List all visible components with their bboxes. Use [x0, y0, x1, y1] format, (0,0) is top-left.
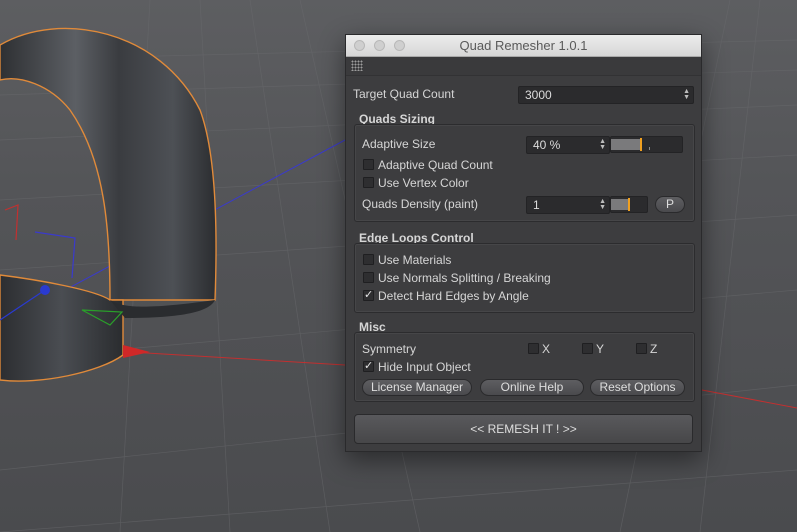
quads-density-slider[interactable] — [610, 196, 648, 213]
slider-tick — [649, 147, 650, 150]
minimize-window-button[interactable] — [374, 40, 385, 51]
target-quad-count-value: 3000 — [525, 88, 552, 102]
symmetry-x-checkbox[interactable] — [528, 343, 539, 354]
window-title: Quad Remesher 1.0.1 — [459, 38, 588, 53]
x-axis-line-right — [701, 389, 797, 409]
remesh-button[interactable]: << REMESH IT ! >> — [354, 414, 693, 444]
use-vertex-color-checkbox[interactable] — [363, 177, 374, 188]
adaptive-size-input[interactable]: 40 % ▲ ▼ — [526, 136, 610, 154]
zoom-window-button[interactable] — [394, 40, 405, 51]
quads-density-input[interactable]: 1 ▲ ▼ — [526, 196, 610, 214]
use-normals-splitting-label: Use Normals Splitting / Breaking — [378, 271, 551, 285]
use-materials-label: Use Materials — [378, 253, 452, 267]
symmetry-x-label: X — [542, 342, 551, 356]
quads-density-value: 1 — [533, 198, 540, 212]
slider-handle[interactable] — [640, 138, 642, 151]
adaptive-quad-count-label: Adaptive Quad Count — [378, 158, 493, 172]
target-quad-count-input[interactable]: 3000 ▲ ▼ — [518, 86, 694, 104]
hide-input-object-label: Hide Input Object — [378, 360, 471, 374]
panel-grip-bar[interactable] — [346, 57, 701, 76]
spinner-arrows-icon[interactable]: ▲ ▼ — [599, 198, 606, 211]
adaptive-size-value: 40 % — [533, 138, 561, 152]
hide-input-object-checkbox[interactable]: ✓ — [363, 361, 374, 372]
symmetry-z-checkbox[interactable] — [636, 343, 647, 354]
use-normals-splitting-checkbox[interactable] — [363, 272, 374, 283]
symmetry-z-label: Z — [650, 342, 658, 356]
license-manager-button[interactable]: License Manager — [362, 379, 472, 396]
detect-hard-edges-label: Detect Hard Edges by Angle — [378, 289, 529, 303]
symmetry-y-label: Y — [596, 342, 605, 356]
adaptive-size-label: Adaptive Size — [362, 137, 436, 151]
detect-hard-edges-checkbox[interactable]: ✓ — [363, 290, 374, 301]
grip-icon[interactable] — [351, 60, 363, 71]
slider-handle[interactable] — [628, 198, 630, 211]
target-quad-count-label: Target Quad Count — [353, 87, 455, 101]
slider-fill — [611, 199, 628, 210]
slider-fill — [611, 139, 640, 150]
quad-remesher-window[interactable]: Quad Remesher 1.0.1 Target Quad Count 30… — [345, 34, 702, 452]
mesh-object[interactable] — [0, 27, 217, 382]
use-vertex-color-label: Use Vertex Color — [378, 176, 469, 190]
adaptive-size-slider[interactable] — [610, 136, 683, 153]
spinner-arrows-icon[interactable]: ▲ ▼ — [599, 138, 606, 151]
paint-density-button[interactable]: P — [655, 196, 685, 213]
symmetry-label: Symmetry — [362, 342, 416, 356]
reset-options-button[interactable]: Reset Options — [590, 379, 685, 396]
window-titlebar[interactable]: Quad Remesher 1.0.1 — [346, 35, 701, 57]
adaptive-quad-count-checkbox[interactable] — [363, 159, 374, 170]
use-materials-checkbox[interactable] — [363, 254, 374, 265]
x-axis-line — [129, 351, 346, 366]
spinner-arrows-icon[interactable]: ▲ ▼ — [683, 88, 690, 101]
online-help-button[interactable]: Online Help — [480, 379, 584, 396]
symmetry-y-checkbox[interactable] — [582, 343, 593, 354]
quads-density-label: Quads Density (paint) — [362, 197, 479, 211]
close-window-button[interactable] — [354, 40, 365, 51]
